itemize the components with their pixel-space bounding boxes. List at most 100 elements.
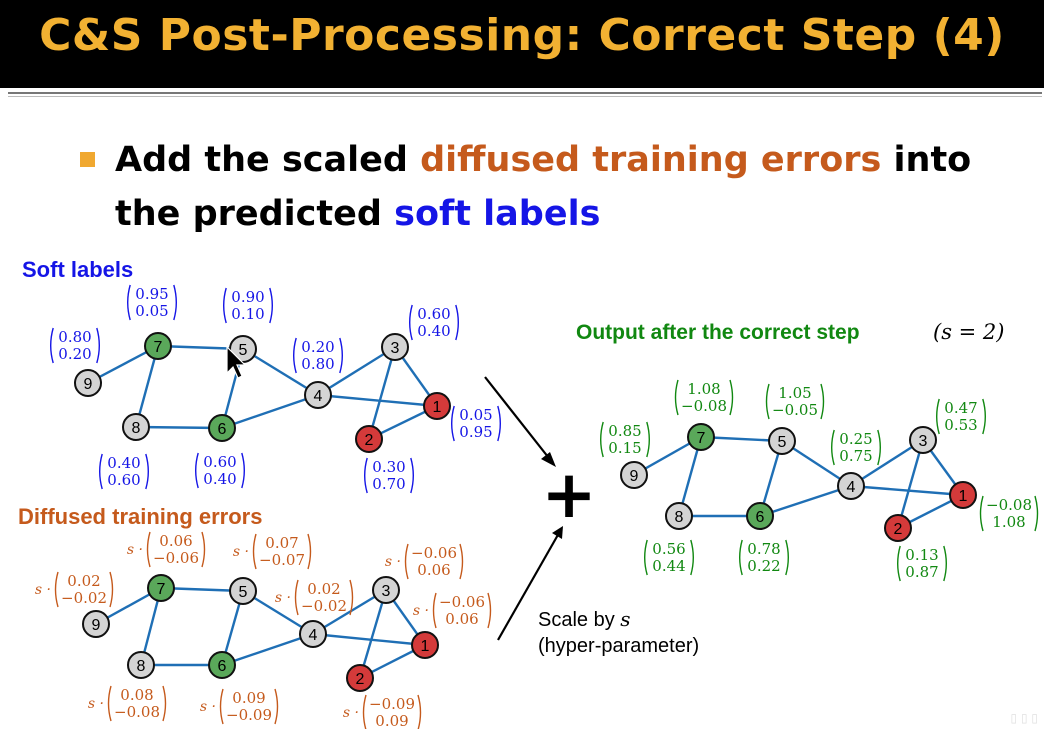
node-vector-1: −0.081.08	[979, 495, 1039, 532]
vector-top-value: 0.30	[372, 458, 405, 476]
left-paren-icon	[432, 592, 437, 629]
scale-prefix: s ·	[88, 696, 104, 712]
graph-node-7: 7	[144, 332, 172, 360]
right-paren-icon	[820, 383, 825, 420]
graph-node-7: 7	[147, 574, 175, 602]
right-paren-icon	[455, 304, 459, 341]
vector-top-value: 0.02	[307, 580, 340, 598]
vector-bottom-value: −0.08	[114, 703, 160, 721]
graph-node-4: 4	[299, 620, 327, 648]
right-paren-icon	[109, 571, 114, 608]
vector-bottom-value: 0.75	[839, 447, 872, 465]
right-paren-icon	[982, 398, 986, 435]
soft-labels-heading: Soft labels	[22, 257, 133, 282]
node-vector-3: 0.470.53	[936, 398, 986, 435]
node-vector-8: 0.08−0.08 s ·	[88, 685, 167, 722]
vector-bottom-value: −0.09	[226, 706, 272, 724]
vector-top-value: 0.05	[459, 406, 492, 424]
graph-node-6: 6	[208, 414, 236, 442]
vector-bottom-value: 0.22	[747, 557, 780, 575]
graph-edge	[317, 393, 438, 408]
vector-bottom-value: 0.15	[608, 439, 641, 457]
right-paren-icon	[487, 592, 492, 629]
left-paren-icon	[831, 429, 835, 466]
node-id-label: 3	[391, 340, 400, 357]
node-vector-2: 0.130.87	[897, 545, 947, 582]
graph-edge	[221, 393, 319, 430]
graph-node-3: 3	[381, 333, 409, 361]
output-heading: Output after the correct step	[576, 321, 860, 344]
scale-note-line1: Scale by s	[538, 607, 631, 631]
node-id-label: 5	[239, 342, 248, 359]
vector-top-value: 0.85	[608, 422, 641, 440]
scale-prefix: s ·	[413, 603, 429, 619]
right-paren-icon	[646, 421, 650, 458]
node-id-label: 1	[959, 488, 968, 505]
node-id-label: 2	[894, 521, 903, 538]
node-vector-3: −0.060.06 s ·	[385, 543, 464, 580]
left-paren-icon	[219, 688, 224, 725]
left-paren-icon	[223, 287, 227, 324]
graph-node-1: 1	[411, 631, 439, 659]
vector-bottom-value: −0.05	[772, 401, 818, 419]
node-id-label: 8	[137, 658, 146, 675]
vector-top-value: 0.02	[67, 572, 100, 590]
vector-bottom-value: −0.02	[301, 597, 347, 615]
left-paren-icon	[252, 533, 257, 570]
left-paren-icon	[409, 304, 413, 341]
vector-top-value: 0.90	[231, 288, 264, 306]
node-id-label: 9	[630, 468, 639, 485]
node-vector-5: 0.900.10	[223, 287, 273, 324]
node-vector-6: 0.09−0.09 s ·	[200, 688, 279, 725]
vector-top-value: 1.05	[778, 384, 811, 402]
vector-bottom-value: −0.02	[61, 589, 107, 607]
vector-bottom-value: 0.20	[58, 345, 91, 363]
node-vector-4: 0.250.75	[831, 429, 881, 466]
left-paren-icon	[54, 571, 59, 608]
right-paren-icon	[162, 685, 167, 722]
right-paren-icon	[269, 287, 273, 324]
graph-node-8: 8	[122, 413, 150, 441]
vector-bottom-value: 0.10	[231, 305, 264, 323]
right-paren-icon	[410, 457, 414, 494]
left-paren-icon	[107, 685, 112, 722]
graph-node-9: 9	[82, 610, 110, 638]
right-paren-icon	[877, 429, 881, 466]
vector-top-value: 0.60	[417, 305, 450, 323]
arrow-soft-to-plus	[484, 376, 553, 463]
vector-top-value: −0.08	[986, 496, 1032, 514]
scale-prefix: s ·	[275, 590, 291, 606]
left-paren-icon	[644, 539, 648, 576]
graph-node-6: 6	[208, 651, 236, 679]
node-id-label: 4	[309, 627, 318, 644]
node-id-label: 6	[218, 421, 227, 438]
vector-bottom-value: 0.40	[417, 322, 450, 340]
node-id-label: 4	[314, 388, 323, 405]
soft-labels-graph: 97 58 643120.950.050.900.100.800.20 0.200.8…	[50, 284, 501, 494]
graph-node-3: 3	[372, 576, 400, 604]
scale-prefix: s ·	[385, 554, 401, 570]
node-vector-1: 0.050.95	[451, 405, 501, 442]
graph-node-4: 4	[304, 381, 332, 409]
vector-top-value: 0.47	[944, 399, 977, 417]
vector-bottom-value: 0.70	[372, 475, 405, 493]
vector-bottom-value: 0.05	[135, 302, 168, 320]
node-id-label: 1	[433, 399, 442, 416]
vector-top-value: −0.06	[411, 544, 457, 562]
left-paren-icon	[50, 327, 54, 364]
node-id-label: 6	[756, 509, 765, 526]
scale-prefix: s ·	[127, 542, 143, 558]
left-paren-icon	[897, 545, 901, 582]
right-paren-icon	[274, 688, 279, 725]
vector-bottom-value: 0.06	[417, 561, 450, 579]
left-paren-icon	[600, 421, 604, 458]
node-id-label: 4	[847, 479, 856, 496]
node-vector-9: 0.02−0.02 s ·	[35, 571, 114, 608]
scale-prefix: s ·	[200, 699, 216, 715]
vector-bottom-value: 1.08	[992, 513, 1025, 531]
right-paren-icon	[96, 327, 100, 364]
node-id-label: 3	[382, 583, 391, 600]
node-vector-9: 0.800.20	[50, 327, 100, 364]
vector-top-value: −0.06	[439, 593, 485, 611]
node-id-label: 9	[84, 376, 93, 393]
